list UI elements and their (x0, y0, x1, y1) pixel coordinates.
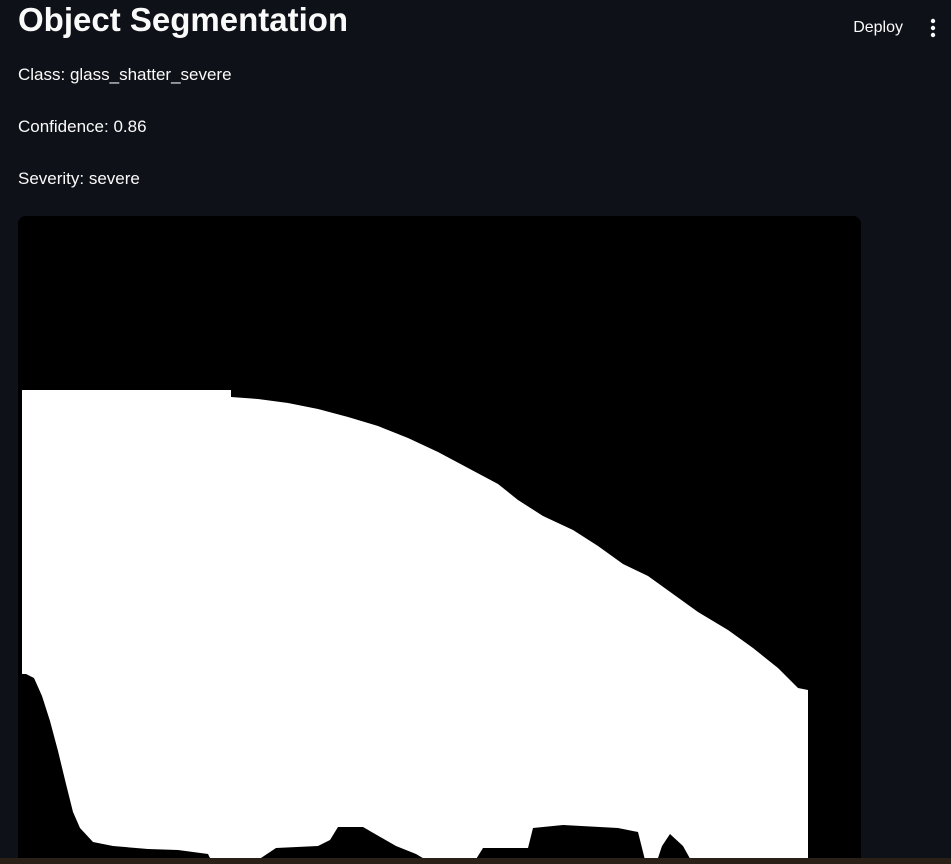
page-title: Object Segmentation (18, 1, 349, 38)
bottom-edge-strip (0, 858, 951, 864)
mask-canvas (18, 216, 861, 864)
app-root: Object Segmentation Deploy Class: glass_… (0, 0, 951, 864)
vertical-dots-icon[interactable] (923, 16, 943, 40)
class-label: Class: glass_shatter_severe (18, 65, 232, 84)
deploy-button[interactable]: Deploy (847, 15, 909, 41)
severity-label: Severity: severe (18, 169, 140, 188)
confidence-label: Confidence: 0.86 (18, 117, 147, 136)
header-actions: Deploy (847, 12, 943, 44)
segmentation-mask-image (18, 216, 861, 864)
